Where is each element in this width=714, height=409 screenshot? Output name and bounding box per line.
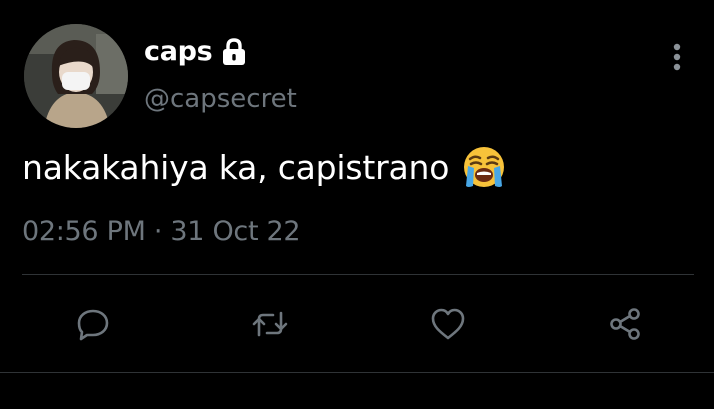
avatar[interactable]	[24, 24, 128, 128]
user-handle[interactable]: @capsecret	[144, 84, 297, 114]
loudly-crying-face-icon	[461, 144, 507, 190]
tweet-body: nakakahiya ka, capistrano	[22, 144, 507, 190]
more-options-icon[interactable]	[668, 40, 686, 76]
bottom-divider	[0, 372, 714, 373]
reply-button[interactable]	[73, 304, 113, 344]
heart-icon	[431, 308, 465, 340]
divider	[22, 274, 694, 275]
retweet-icon	[252, 311, 288, 337]
lock-icon	[220, 37, 248, 67]
share-icon	[610, 308, 640, 340]
display-name[interactable]: caps	[144, 36, 213, 67]
tweet-text: nakakahiya ka, capistrano	[22, 147, 450, 187]
share-button[interactable]	[605, 304, 645, 344]
retweet-button[interactable]	[250, 304, 290, 344]
like-button[interactable]	[428, 304, 468, 344]
display-name-row: caps	[144, 36, 248, 67]
comment-icon	[77, 309, 109, 341]
tweet-timestamp[interactable]: 02:56 PM · 31 Oct 22	[22, 216, 301, 247]
